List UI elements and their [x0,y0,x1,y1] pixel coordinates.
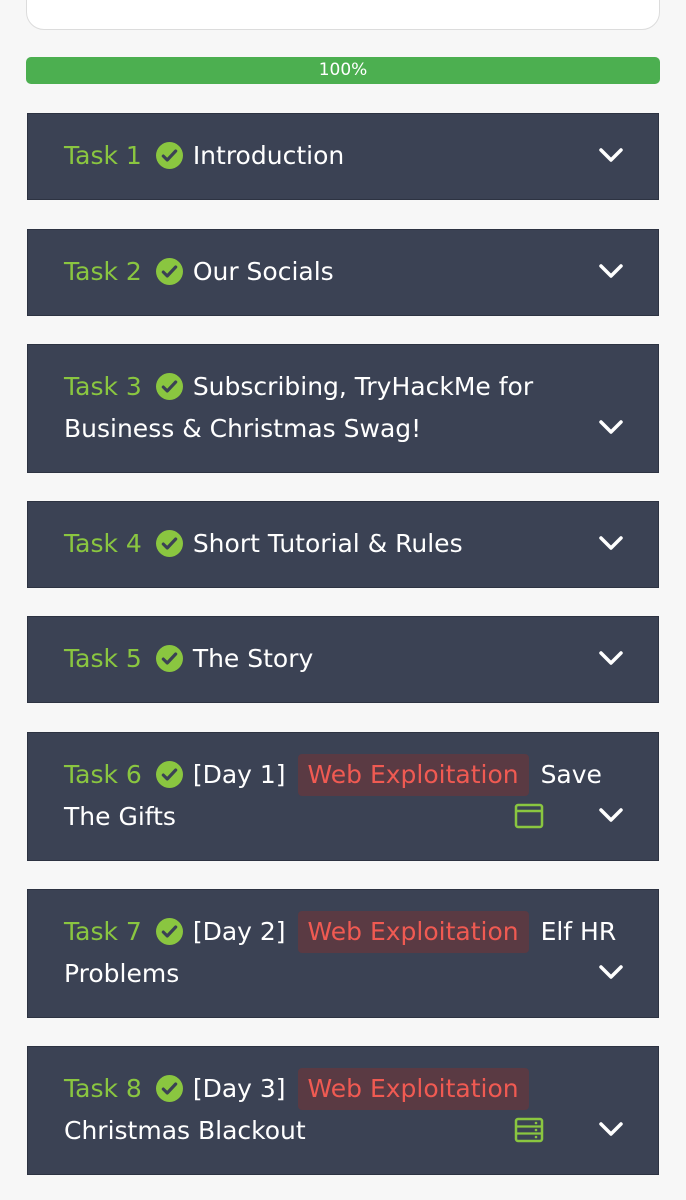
chevron-down-icon[interactable] [598,535,624,553]
check-circle-icon [155,1075,183,1102]
check-circle-icon [155,761,183,788]
task-number: Task 1 [64,141,142,170]
task-5-title-row: Task 5 The Story [64,638,558,680]
task-title: Elf HR [540,917,617,946]
check-circle-icon [155,530,183,557]
task-4-title-row: Task 4 Short Tutorial & Rules [64,523,558,565]
top-card [26,0,660,30]
chevron-down-icon[interactable] [598,263,624,281]
task-title: The Story [192,644,314,673]
task-title-line2: Business & Christmas Swag! [64,414,422,443]
chevron-down-icon[interactable] [598,964,624,982]
task-title: Short Tutorial & Rules [192,529,463,558]
task-1-title-row: Task 1 Introduction [64,135,558,177]
chevron-down-icon[interactable] [598,650,624,668]
check-circle-icon [155,373,183,400]
task-number: Task 7 [64,917,142,946]
task-8-header[interactable]: Task 8 [Day 3] Web Exploitation Christmas… [27,1046,659,1175]
task-2-title-row: Task 2 Our Socials [64,251,558,293]
task-day: [Day 2] [192,917,286,946]
server-icon [514,1117,544,1143]
check-circle-icon [155,645,183,672]
category-tag: Web Exploitation [297,754,529,796]
progress-bar: 100% [26,57,660,84]
progress-label: 100% [318,60,368,80]
task-day: [Day 3] [192,1074,286,1103]
task-3-header[interactable]: Task 3 Subscribing, TryHackMe for Busines… [27,344,659,473]
check-circle-icon [155,142,183,169]
task-title: Introduction [192,141,345,170]
task-day: [Day 1] [192,760,286,789]
task-1-header[interactable]: Task 1 Introduction [27,113,659,200]
task-7-title-row: Task 7 [Day 2] Web Exploitation Elf HR Pr… [64,911,618,995]
task-4-header[interactable]: Task 4 Short Tutorial & Rules [27,501,659,588]
task-3-title-row: Task 3 Subscribing, TryHackMe for Busines… [64,366,618,450]
task-title-line2: Problems [64,959,180,988]
task-2-header[interactable]: Task 2 Our Socials [27,229,659,316]
task-number: Task 2 [64,257,142,286]
task-7-header[interactable]: Task 7 [Day 2] Web Exploitation Elf HR Pr… [27,889,659,1018]
task-5-header[interactable]: Task 5 The Story [27,616,659,703]
task-6-header[interactable]: Task 6 [Day 1] Web Exploitation Save The … [27,732,659,861]
task-title: Save [540,760,602,789]
check-circle-icon [155,258,183,285]
task-number: Task 6 [64,760,142,789]
browser-window-icon [514,803,544,829]
chevron-down-icon[interactable] [598,419,624,437]
task-number: Task 8 [64,1074,142,1103]
task-number: Task 4 [64,529,142,558]
task-number: Task 5 [64,644,142,673]
chevron-down-icon[interactable] [598,147,624,165]
task-title: Our Socials [192,257,334,286]
check-circle-icon [155,918,183,945]
task-title: Subscribing, TryHackMe for [192,372,534,401]
chevron-down-icon[interactable] [598,807,624,825]
task-number: Task 3 [64,372,142,401]
chevron-down-icon[interactable] [598,1121,624,1139]
category-tag: Web Exploitation [297,1068,529,1110]
category-tag: Web Exploitation [297,911,529,953]
